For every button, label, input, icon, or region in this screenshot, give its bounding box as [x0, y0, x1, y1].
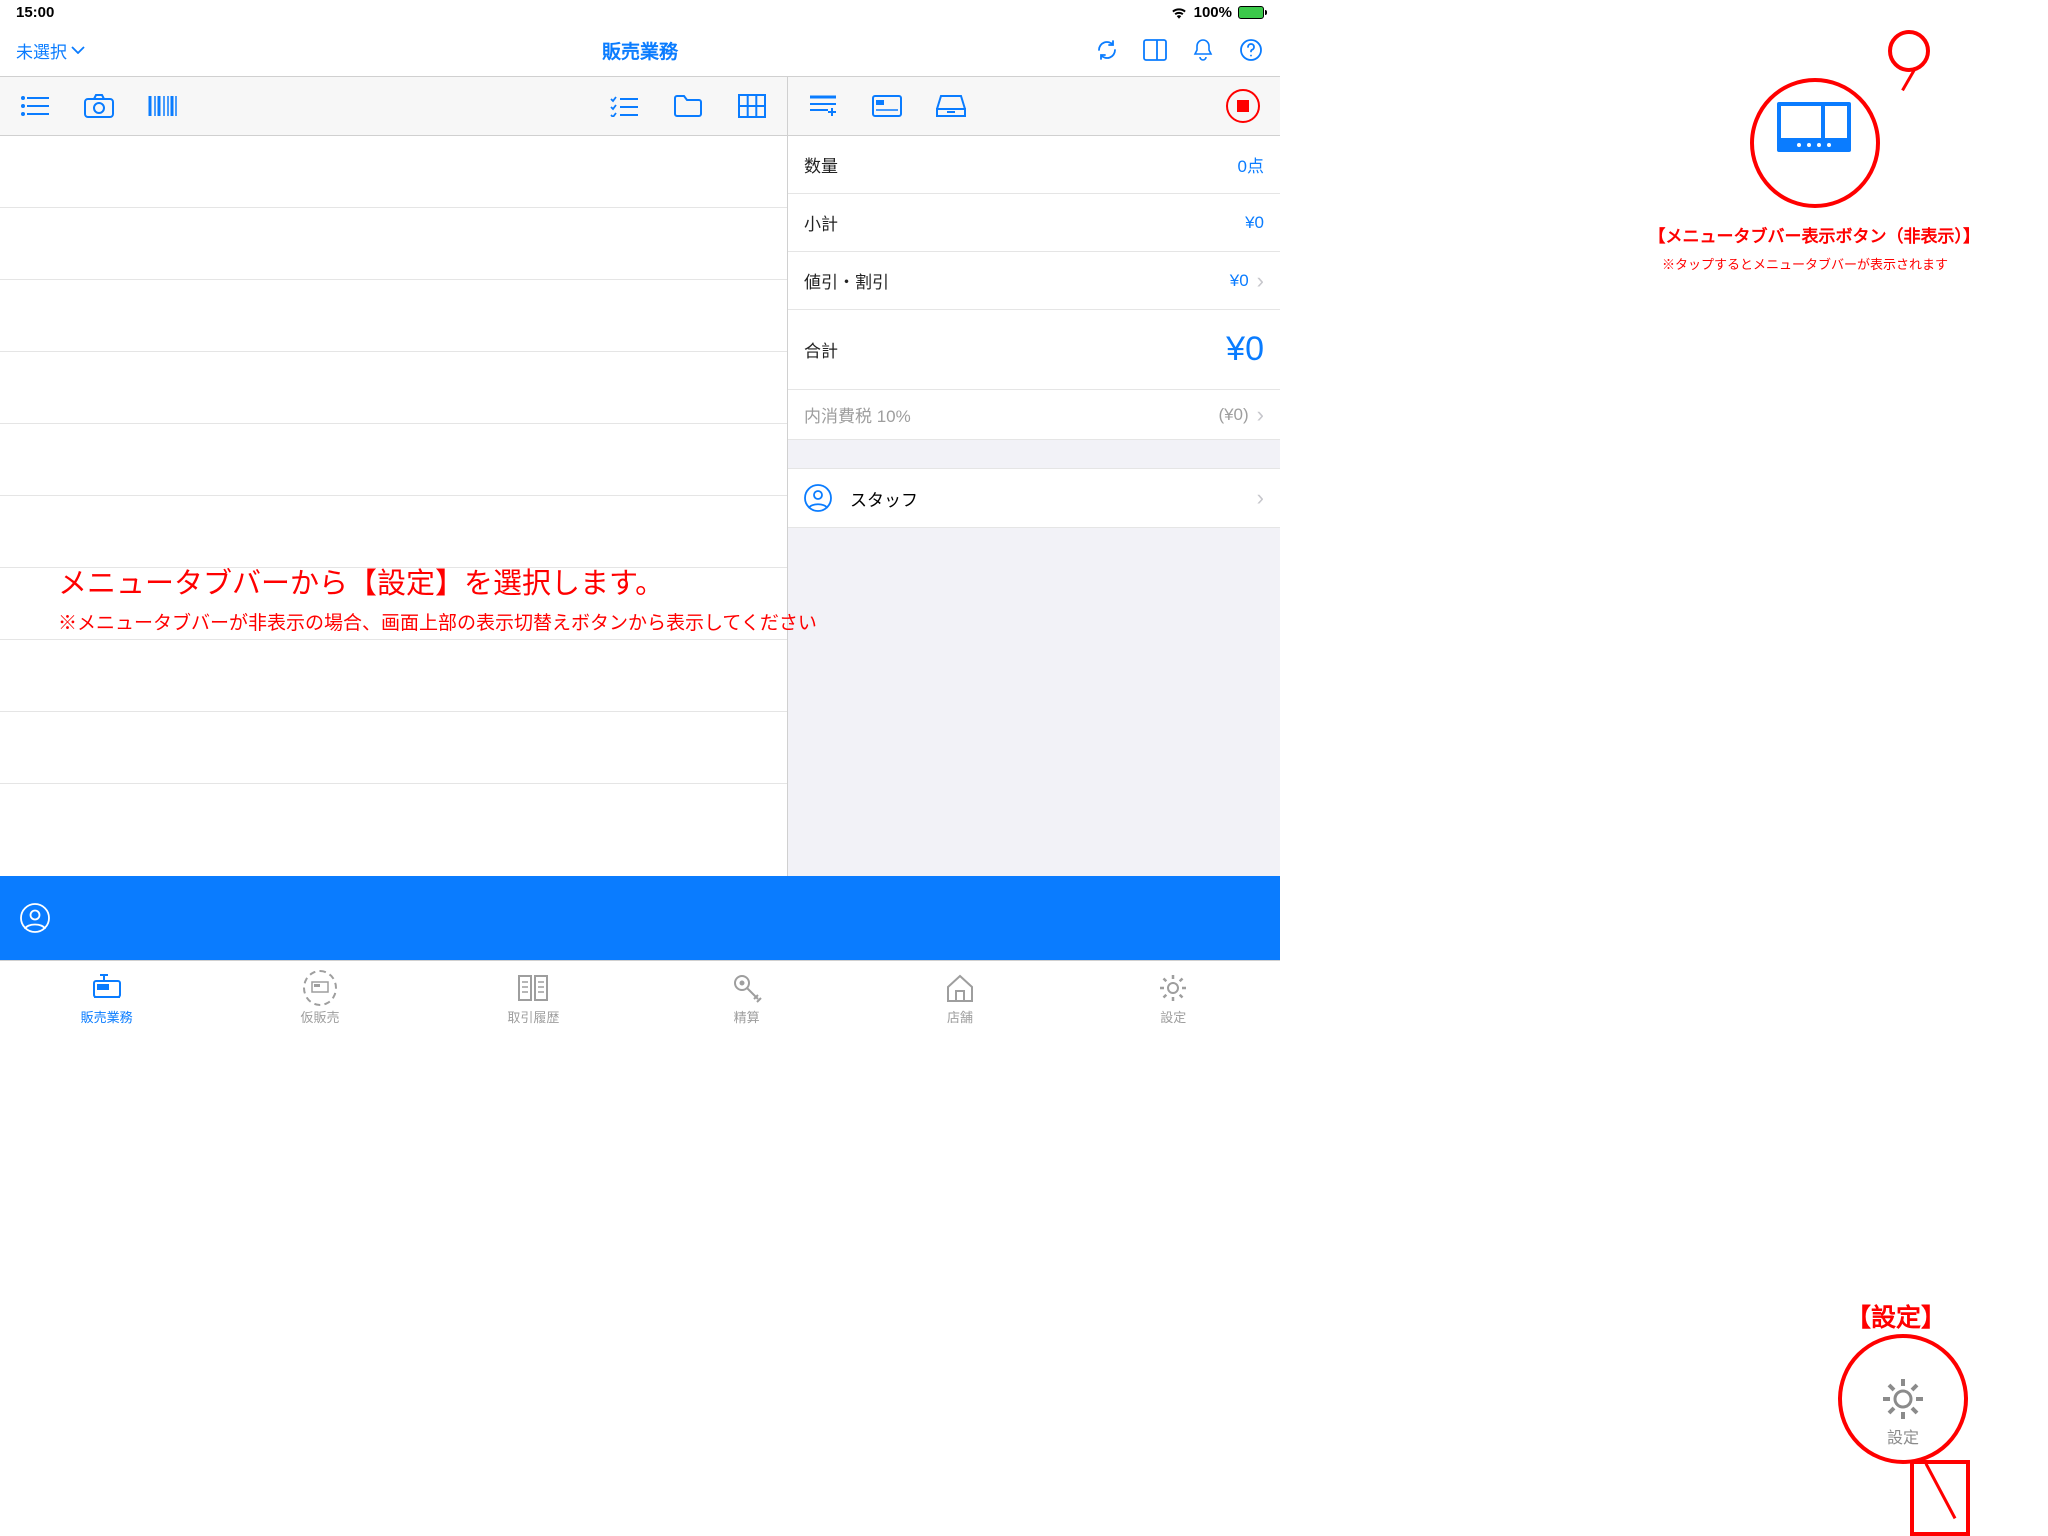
battery-percent: 100%: [1194, 4, 1232, 21]
battery-icon: [1238, 6, 1264, 19]
annotation-text: 【設定】: [1846, 1298, 1946, 1334]
tab-settlement[interactable]: 精算: [640, 961, 853, 1038]
discount-value: ¥0: [1230, 271, 1249, 291]
tab-settings[interactable]: 設定: [1067, 961, 1280, 1038]
subtotal-value: ¥0: [1245, 213, 1264, 233]
total-row: 合計 ¥0: [788, 310, 1280, 390]
tab-bar: 販売業務 仮販売 取引履歴 精算 店舗 設定: [0, 960, 1280, 1038]
tab-history[interactable]: 取引履歴: [427, 961, 640, 1038]
camera-button[interactable]: [84, 93, 114, 119]
tab-provisional[interactable]: 仮販売: [213, 961, 426, 1038]
annotation-settings-preview: 設定: [1860, 1376, 1946, 1448]
item-list-pane: [0, 136, 788, 876]
barcode-button[interactable]: [148, 93, 178, 119]
card-button[interactable]: [872, 93, 902, 119]
home-icon: [943, 973, 977, 1003]
grid-button[interactable]: [737, 93, 767, 119]
nav-bar: 未選択 販売業務: [0, 24, 1280, 76]
checkout-bar[interactable]: [0, 876, 1280, 960]
quantity-value: 0点: [1238, 152, 1264, 177]
tab-label: 取引履歴: [507, 1007, 559, 1026]
refresh-button[interactable]: [1094, 37, 1120, 63]
subtotal-label: 小計: [804, 210, 838, 235]
status-bar: 15:00 100%: [0, 0, 1280, 24]
tax-label: 内消費税 10%: [804, 402, 911, 427]
tab-label: 精算: [734, 1007, 760, 1026]
panel-toggle-button[interactable]: [1142, 37, 1168, 63]
person-icon: [804, 484, 832, 512]
summary-pane: 数量 0点 小計 ¥0 値引・割引 ¥0 › 合計 ¥0 内消費税 10% (¥0…: [788, 136, 1280, 876]
tab-label: 店舗: [947, 1007, 973, 1026]
discount-label: 値引・割引: [804, 268, 889, 293]
discount-row[interactable]: 値引・割引 ¥0 ›: [788, 252, 1280, 310]
tab-sales[interactable]: 販売業務: [0, 961, 213, 1038]
notification-button[interactable]: [1190, 37, 1216, 63]
chevron-right-icon: ›: [1257, 485, 1264, 511]
list-view-button[interactable]: [20, 93, 50, 119]
annotation-line: [1901, 69, 1916, 91]
gear-icon: [1156, 973, 1190, 1003]
page-title: 販売業務: [602, 37, 678, 64]
toolbar: [0, 76, 1280, 136]
quantity-row: 数量 0点: [788, 136, 1280, 194]
main-area: 数量 0点 小計 ¥0 値引・割引 ¥0 › 合計 ¥0 内消費税 10% (¥0…: [0, 136, 1280, 876]
annotation-line: [1925, 1463, 1957, 1519]
person-outline-icon: [20, 903, 50, 933]
selector-dropdown[interactable]: 未選択: [16, 38, 85, 63]
annotation-text: ※タップするとメニュータブバーが表示されます: [1662, 254, 1948, 273]
staff-row[interactable]: スタッフ ›: [788, 468, 1280, 528]
drawer-button[interactable]: [936, 93, 966, 119]
tax-row[interactable]: 内消費税 10% (¥0) ›: [788, 390, 1280, 440]
chevron-down-icon: [71, 46, 85, 54]
quantity-label: 数量: [804, 152, 838, 177]
annotation-text: 【メニュータブバー表示ボタン（非表示）】: [1649, 222, 1981, 247]
selector-label: 未選択: [16, 38, 67, 63]
subtotal-row: 小計 ¥0: [788, 194, 1280, 252]
status-time: 15:00: [16, 4, 54, 21]
register-icon: [90, 973, 124, 1003]
status-right: 100%: [1170, 4, 1264, 21]
book-icon: [516, 973, 550, 1003]
tab-label: 設定: [1160, 1007, 1186, 1026]
chevron-right-icon: ›: [1257, 402, 1264, 428]
chevron-right-icon: ›: [1257, 268, 1264, 294]
key-icon: [730, 973, 764, 1003]
wifi-icon: [1170, 5, 1188, 19]
total-label: 合計: [804, 337, 838, 362]
annotation-text: ※メニュータブバーが非表示の場合、画面上部の表示切替えボタンから表示してください: [58, 608, 817, 635]
total-value: ¥0: [1226, 330, 1264, 369]
checklist-button[interactable]: [609, 93, 639, 119]
help-button[interactable]: [1238, 37, 1264, 63]
tax-value: (¥0): [1218, 405, 1248, 425]
gear-icon: [1880, 1376, 1926, 1422]
folder-button[interactable]: [673, 93, 703, 119]
annotation-text: メニュータブバーから【設定】を選択します。: [58, 560, 664, 602]
provisional-icon: [303, 973, 337, 1003]
annotation-panel-icon: [1775, 100, 1853, 154]
annotation-box: [1910, 1460, 1970, 1536]
tab-store[interactable]: 店舗: [853, 961, 1066, 1038]
tab-label: 仮販売: [300, 1007, 339, 1026]
staff-label: スタッフ: [850, 486, 1239, 511]
tab-label: 販売業務: [81, 1007, 133, 1026]
record-button[interactable]: [1226, 89, 1260, 123]
annotation-circle: [1888, 30, 1930, 72]
add-line-button[interactable]: [808, 93, 838, 119]
